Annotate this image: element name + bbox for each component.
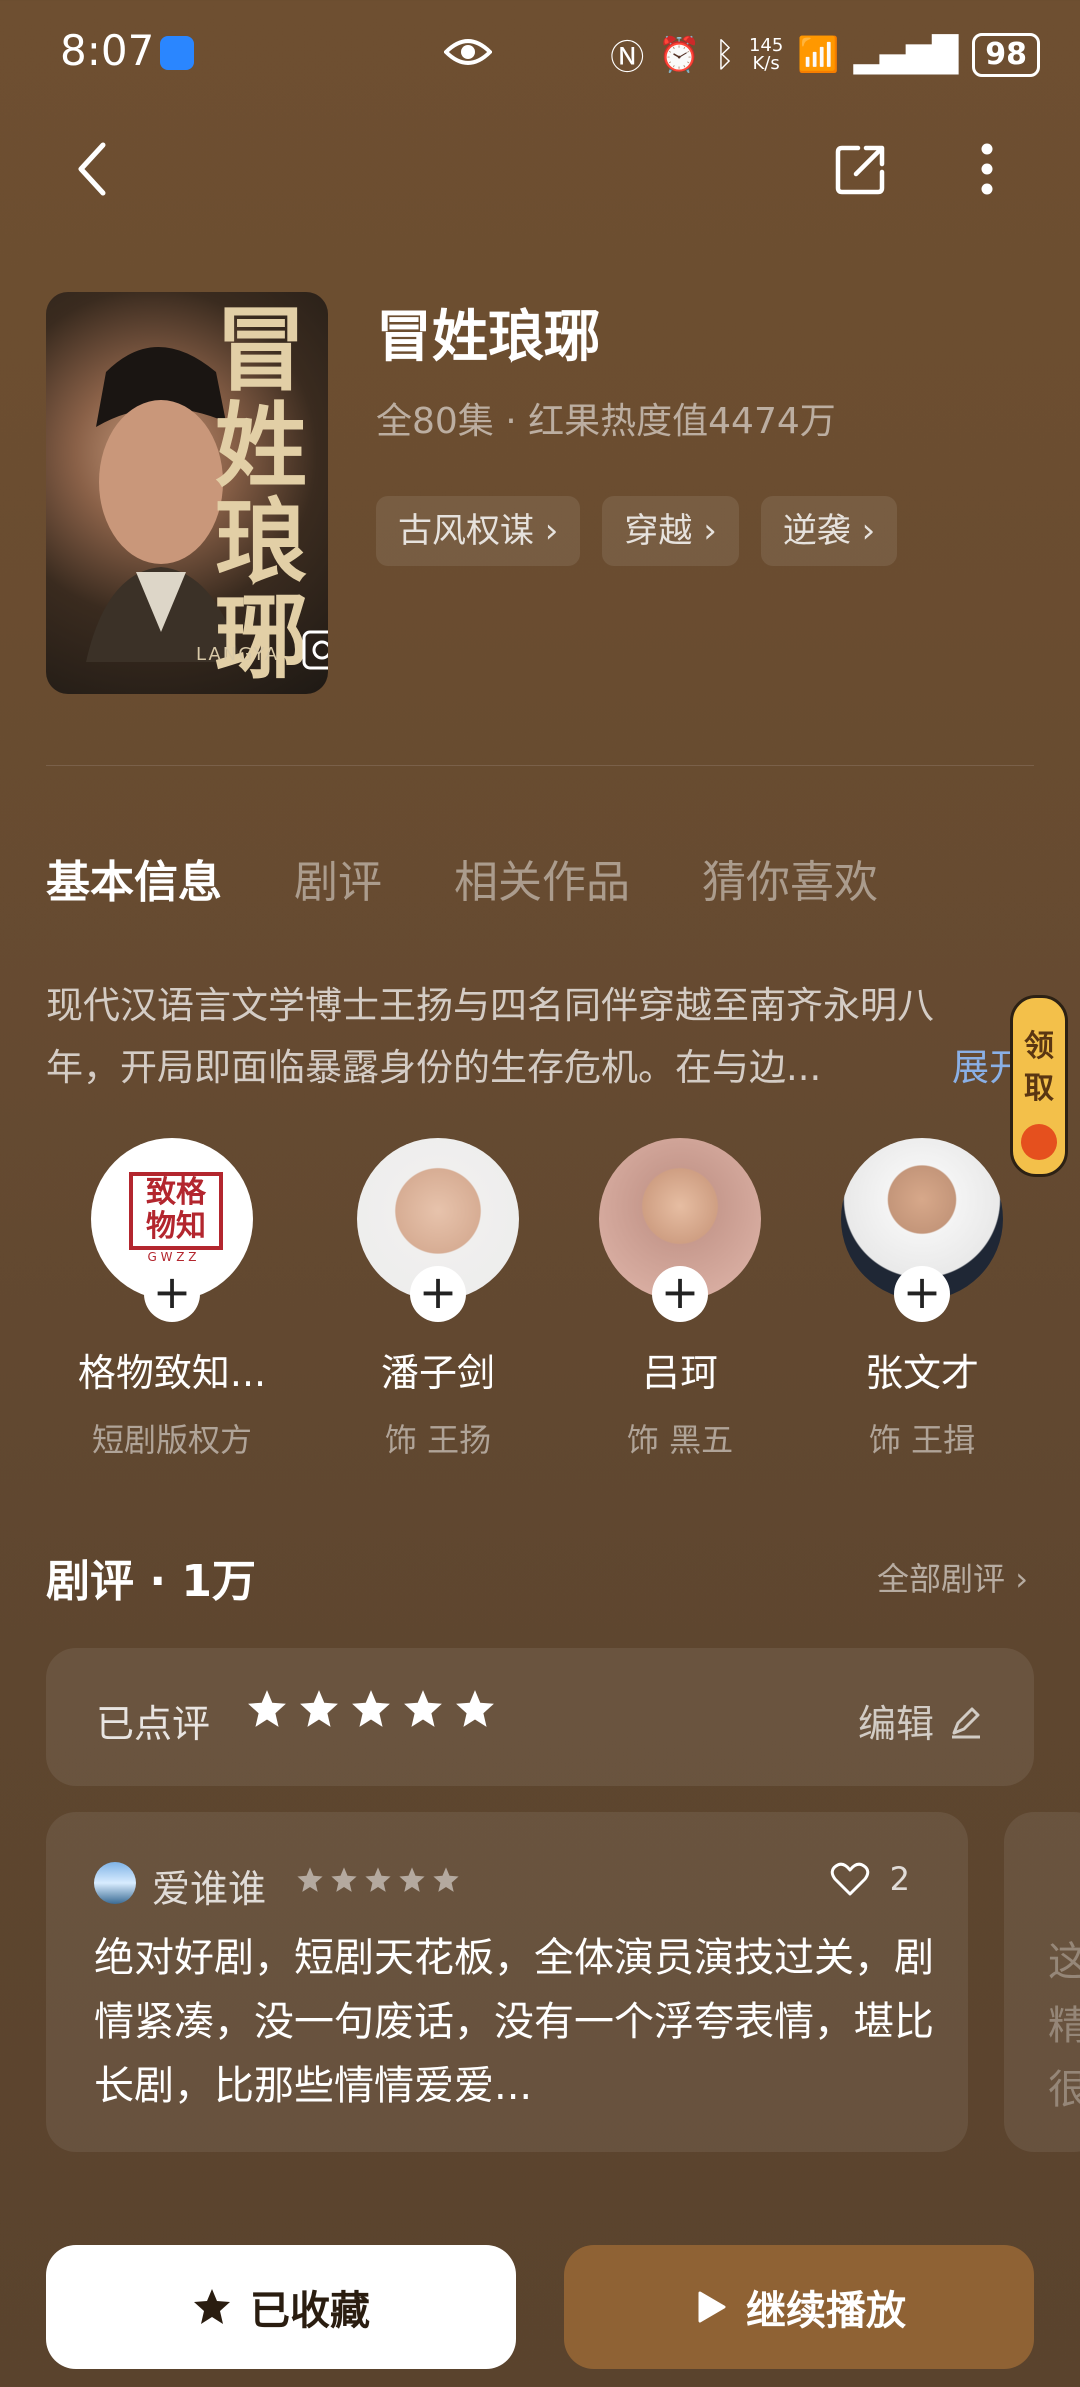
share-icon bbox=[835, 145, 885, 195]
cast-role: 饰 黑五 bbox=[626, 1421, 734, 1459]
follow-button[interactable]: + bbox=[894, 1266, 950, 1322]
star-icon bbox=[194, 2289, 230, 2324]
back-button[interactable] bbox=[58, 134, 128, 204]
status-icons: Ⓝ ⏰ ᛒ 145 K/s 📶 ▂▄▆█ 98 bbox=[610, 30, 1040, 79]
cast-name: 格物致知... bbox=[77, 1351, 267, 1395]
all-reviews-link[interactable]: 全部剧评 › bbox=[877, 1554, 1028, 1600]
eye-icon bbox=[444, 39, 492, 65]
like-count: 2 bbox=[889, 1860, 910, 1898]
edit-label: 编辑 bbox=[857, 1702, 934, 1746]
tag-gufeng[interactable]: 古风权谋 › bbox=[376, 496, 581, 566]
reward-label: 领取 bbox=[1024, 1029, 1054, 1106]
cast-role: 饰 王扬 bbox=[384, 1421, 492, 1459]
like-button[interactable]: 2 bbox=[830, 1860, 910, 1898]
net-speed: 145 K/s bbox=[748, 34, 784, 74]
star-icon bbox=[365, 1867, 391, 1892]
cast-item[interactable]: + 潘子剑 饰 王扬 bbox=[318, 1138, 558, 1461]
synopsis: 现代汉语言文学博士王扬与四名同伴穿越至南齐永明八 年，开局即面临暴露身份的生存危… bbox=[46, 975, 1006, 1099]
cast-item[interactable]: + 张文才 饰 王揖 bbox=[802, 1138, 1042, 1461]
status-time: 8:07 bbox=[60, 26, 155, 75]
app-notification-icon bbox=[160, 36, 194, 70]
star-icon bbox=[300, 1690, 338, 1727]
continue-play-label: 继续播放 bbox=[746, 2288, 906, 2334]
heart-icon bbox=[830, 1862, 869, 1896]
poster-caption: LANGYA bbox=[196, 644, 280, 665]
follow-button[interactable]: + bbox=[144, 1266, 200, 1322]
more-button[interactable] bbox=[952, 134, 1022, 204]
review-stars bbox=[296, 1866, 460, 1894]
follow-button[interactable]: + bbox=[652, 1266, 708, 1322]
copyright-logo-sub: G W Z Z bbox=[147, 1250, 197, 1264]
cast-item[interactable]: + 吕珂 饰 黑五 bbox=[560, 1138, 800, 1461]
my-rating-label: 已点评 bbox=[96, 1702, 211, 1746]
share-button[interactable] bbox=[826, 134, 896, 204]
tab-bar: 基本信息 剧评 相关作品 猜你喜欢 bbox=[46, 846, 878, 910]
favorite-button[interactable]: 已收藏 bbox=[46, 2245, 516, 2369]
edit-rating-button[interactable]: 编辑 bbox=[858, 1693, 984, 1748]
drama-meta: 全80集 · 红果热度值4474万 bbox=[376, 401, 836, 442]
divider bbox=[46, 765, 1034, 766]
my-rating-stars bbox=[246, 1688, 496, 1730]
star-icon bbox=[352, 1690, 390, 1727]
tag-list: 古风权谋 › 穿越 › 逆袭 › bbox=[376, 496, 898, 566]
star-icon bbox=[248, 1690, 286, 1727]
cast-name: 潘子剑 bbox=[380, 1351, 495, 1395]
wifi-icon: 📶 bbox=[797, 34, 840, 75]
star-icon bbox=[433, 1867, 459, 1892]
cast-name: 吕珂 bbox=[641, 1351, 718, 1395]
synopsis-line-2: 年，开局即面临暴露身份的生存危机。在与边... bbox=[46, 1046, 822, 1089]
drama-poster[interactable]: 冒姓琅琊 LANGYA bbox=[46, 292, 328, 694]
review-text-partial: 这精很 bbox=[1048, 1939, 1080, 2113]
star-icon bbox=[404, 1690, 442, 1727]
signal-icon: ▂▄▆█ bbox=[853, 34, 959, 75]
nfc-icon: Ⓝ bbox=[610, 38, 645, 78]
copyright-logo: 致格物知 bbox=[129, 1172, 223, 1250]
tag-nixi[interactable]: 逆袭 › bbox=[760, 496, 898, 566]
cast-name: 张文才 bbox=[864, 1351, 979, 1395]
cast-item[interactable]: 致格物知 G W Z Z + 格物致知... 短剧版权方 bbox=[52, 1138, 292, 1461]
synopsis-line-1: 现代汉语言文学博士王扬与四名同伴穿越至南齐永明八 bbox=[46, 984, 934, 1027]
favorite-label: 已收藏 bbox=[250, 2288, 370, 2334]
avatar: 致格物知 G W Z Z + bbox=[91, 1138, 253, 1322]
follow-button[interactable]: + bbox=[410, 1266, 466, 1322]
avatar: + bbox=[841, 1138, 1003, 1322]
tab-recommendations[interactable]: 猜你喜欢 bbox=[702, 846, 878, 910]
tag-chuanyue[interactable]: 穿越 › bbox=[602, 496, 739, 566]
drama-title: 冒姓琅琊 bbox=[376, 305, 600, 370]
tab-reviews[interactable]: 剧评 bbox=[294, 846, 382, 910]
battery-indicator: 98 bbox=[972, 32, 1040, 77]
review-username: 爱谁谁 bbox=[152, 1867, 267, 1911]
cast-role: 饰 王揖 bbox=[868, 1421, 976, 1459]
star-icon bbox=[399, 1867, 425, 1892]
star-icon bbox=[297, 1867, 323, 1892]
review-text: 绝对好剧，短剧天花板，全体演员演技过关，剧情紧凑，没一句废话，没有一个浮夸表情，… bbox=[94, 1935, 934, 2109]
avatar bbox=[94, 1862, 136, 1904]
play-icon bbox=[698, 2291, 726, 2323]
tab-basic-info[interactable]: 基本信息 bbox=[46, 846, 222, 910]
tab-related-works[interactable]: 相关作品 bbox=[454, 846, 630, 910]
reviews-heading: 剧评 · 1万 bbox=[46, 1556, 256, 1607]
star-icon bbox=[456, 1690, 494, 1727]
bluetooth-icon: ᛒ bbox=[714, 34, 735, 75]
chevron-left-icon bbox=[78, 142, 106, 196]
alarm-icon: ⏰ bbox=[658, 34, 701, 75]
pencil-icon bbox=[952, 1707, 980, 1738]
more-vertical-icon bbox=[981, 143, 993, 195]
cast-role: 短剧版权方 bbox=[91, 1421, 252, 1459]
avatar: + bbox=[357, 1138, 519, 1322]
image-gallery-icon[interactable] bbox=[300, 624, 328, 674]
star-icon bbox=[331, 1867, 357, 1892]
avatar: + bbox=[599, 1138, 761, 1322]
continue-play-button[interactable]: 继续播放 bbox=[564, 2245, 1034, 2369]
